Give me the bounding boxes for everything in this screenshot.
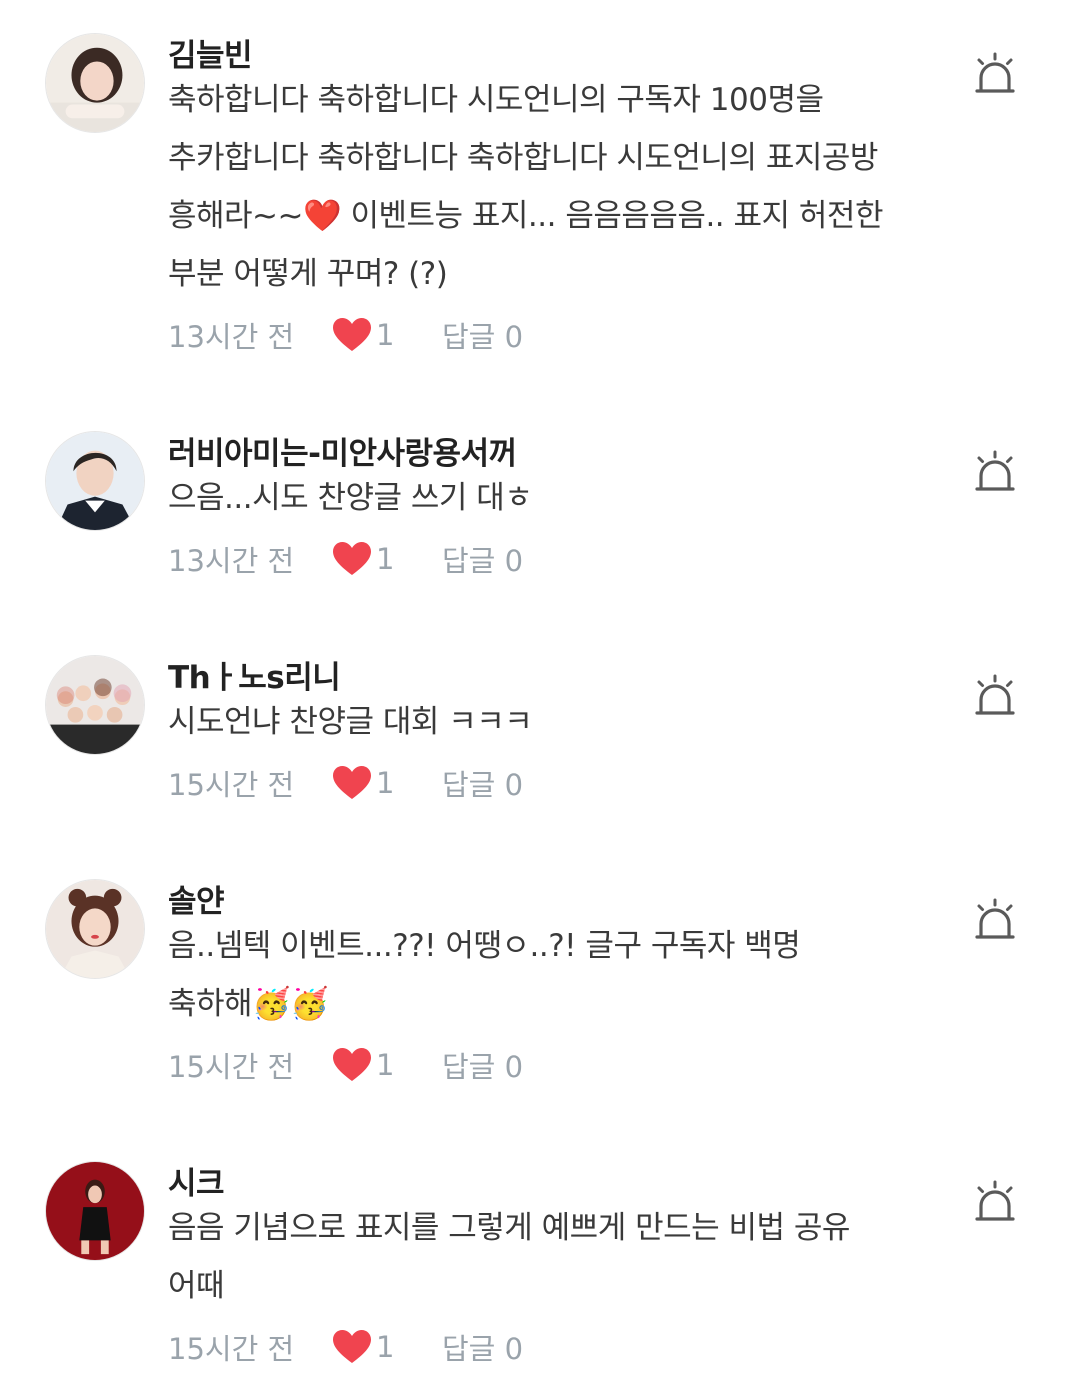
report-button[interactable] [972,52,1018,98]
username[interactable]: 솔얀 [168,876,225,921]
siren-icon [975,898,1015,939]
comment-meta: 13시간 전 1 답글 0 [168,313,523,357]
avatar[interactable] [45,33,145,133]
username[interactable]: Thㅏ노s리니 [168,652,341,697]
comment-text: 시도언냐 찬양글 대회 ㅋㅋㅋ [168,693,928,751]
comment-meta: 15시간 전 1 답글 0 [168,1325,523,1369]
report-button[interactable] [972,450,1018,496]
reply-label: 답글 [442,768,496,802]
like-count: 1 [376,1048,395,1082]
username[interactable]: 김늘빈 [168,30,253,75]
avatar[interactable] [45,431,145,531]
comment-line: 흥해라~~❤️ 이벤트능 표지... 음음음음음.. 표지 허전한 [168,198,883,234]
heart-icon[interactable] [332,317,372,353]
reply-button[interactable]: 답글 0 [442,314,523,356]
comment-line: 어때 [168,1268,225,1304]
comment-text: 음..넴텍 이벤트...??! 어땡ㅇ..?! 글구 구독자 백명 축하해🥳🥳 [168,917,928,1033]
reply-label: 답글 [442,320,496,354]
timestamp: 13시간 전 [168,320,295,354]
timestamp: 15시간 전 [168,1332,295,1366]
comment-line: 으음...시도 찬양글 쓰기 대ㅎ [168,480,533,516]
comment-meta: 13시간 전 1 답글 0 [168,537,523,581]
siren-icon [975,52,1015,93]
siren-icon [975,674,1015,715]
like-count: 1 [376,1330,395,1364]
like-count: 1 [376,766,395,800]
reply-count: 0 [504,1332,524,1366]
reply-button[interactable]: 답글 0 [442,1326,523,1368]
username[interactable]: 시크 [168,1158,225,1203]
comment-line: 음음 기념으로 표지를 그렇게 예쁘게 만드는 비법 공유 [168,1210,850,1246]
avatar[interactable] [45,879,145,979]
heart-icon[interactable] [332,541,372,577]
reply-label: 답글 [442,544,496,578]
reply-label: 답글 [442,1050,496,1084]
timestamp: 15시간 전 [168,768,295,802]
heart-icon[interactable] [332,1047,372,1083]
reply-count: 0 [504,544,524,578]
reply-count: 0 [504,320,524,354]
siren-icon [975,1180,1015,1221]
report-button[interactable] [972,674,1018,720]
comment-meta: 15시간 전 1 답글 0 [168,761,523,805]
reply-count: 0 [504,768,524,802]
heart-icon[interactable] [332,765,372,801]
reply-button[interactable]: 답글 0 [442,538,523,580]
avatar[interactable] [45,655,145,755]
comment-text: 음음 기념으로 표지를 그렇게 예쁘게 만드는 비법 공유 어때 [168,1199,928,1315]
reply-label: 답글 [442,1332,496,1366]
comment-line: 축하합니다 축하합니다 시도언니의 구독자 100명을 [168,82,824,118]
reply-button[interactable]: 답글 0 [442,1044,523,1086]
comment-line: 축하해🥳🥳 [168,986,329,1022]
like-count: 1 [376,318,395,352]
timestamp: 13시간 전 [168,544,295,578]
reply-count: 0 [504,1050,524,1084]
report-button[interactable] [972,1180,1018,1226]
timestamp: 15시간 전 [168,1050,295,1084]
comment-text: 으음...시도 찬양글 쓰기 대ㅎ [168,469,928,527]
heart-icon[interactable] [332,1329,372,1365]
like-count: 1 [376,542,395,576]
comment-line: 부분 어떻게 꾸며? (?) [168,256,448,292]
siren-icon [975,450,1015,491]
comment-line: 음..넴텍 이벤트...??! 어땡ㅇ..?! 글구 구독자 백명 [168,928,801,964]
comment-line: 추카합니다 축하합니다 축하합니다 시도언니의 표지공방 [168,140,878,176]
reply-button[interactable]: 답글 0 [442,762,523,804]
report-button[interactable] [972,898,1018,944]
comment-meta: 15시간 전 1 답글 0 [168,1043,523,1087]
avatar[interactable] [45,1161,145,1261]
comment-text: 축하합니다 축하합니다 시도언니의 구독자 100명을 추카합니다 축하합니다 … [168,71,928,303]
comment-line: 시도언냐 찬양글 대회 ㅋㅋㅋ [168,704,533,740]
username[interactable]: 러비아미는-미안사랑용서꺼 [168,428,517,473]
